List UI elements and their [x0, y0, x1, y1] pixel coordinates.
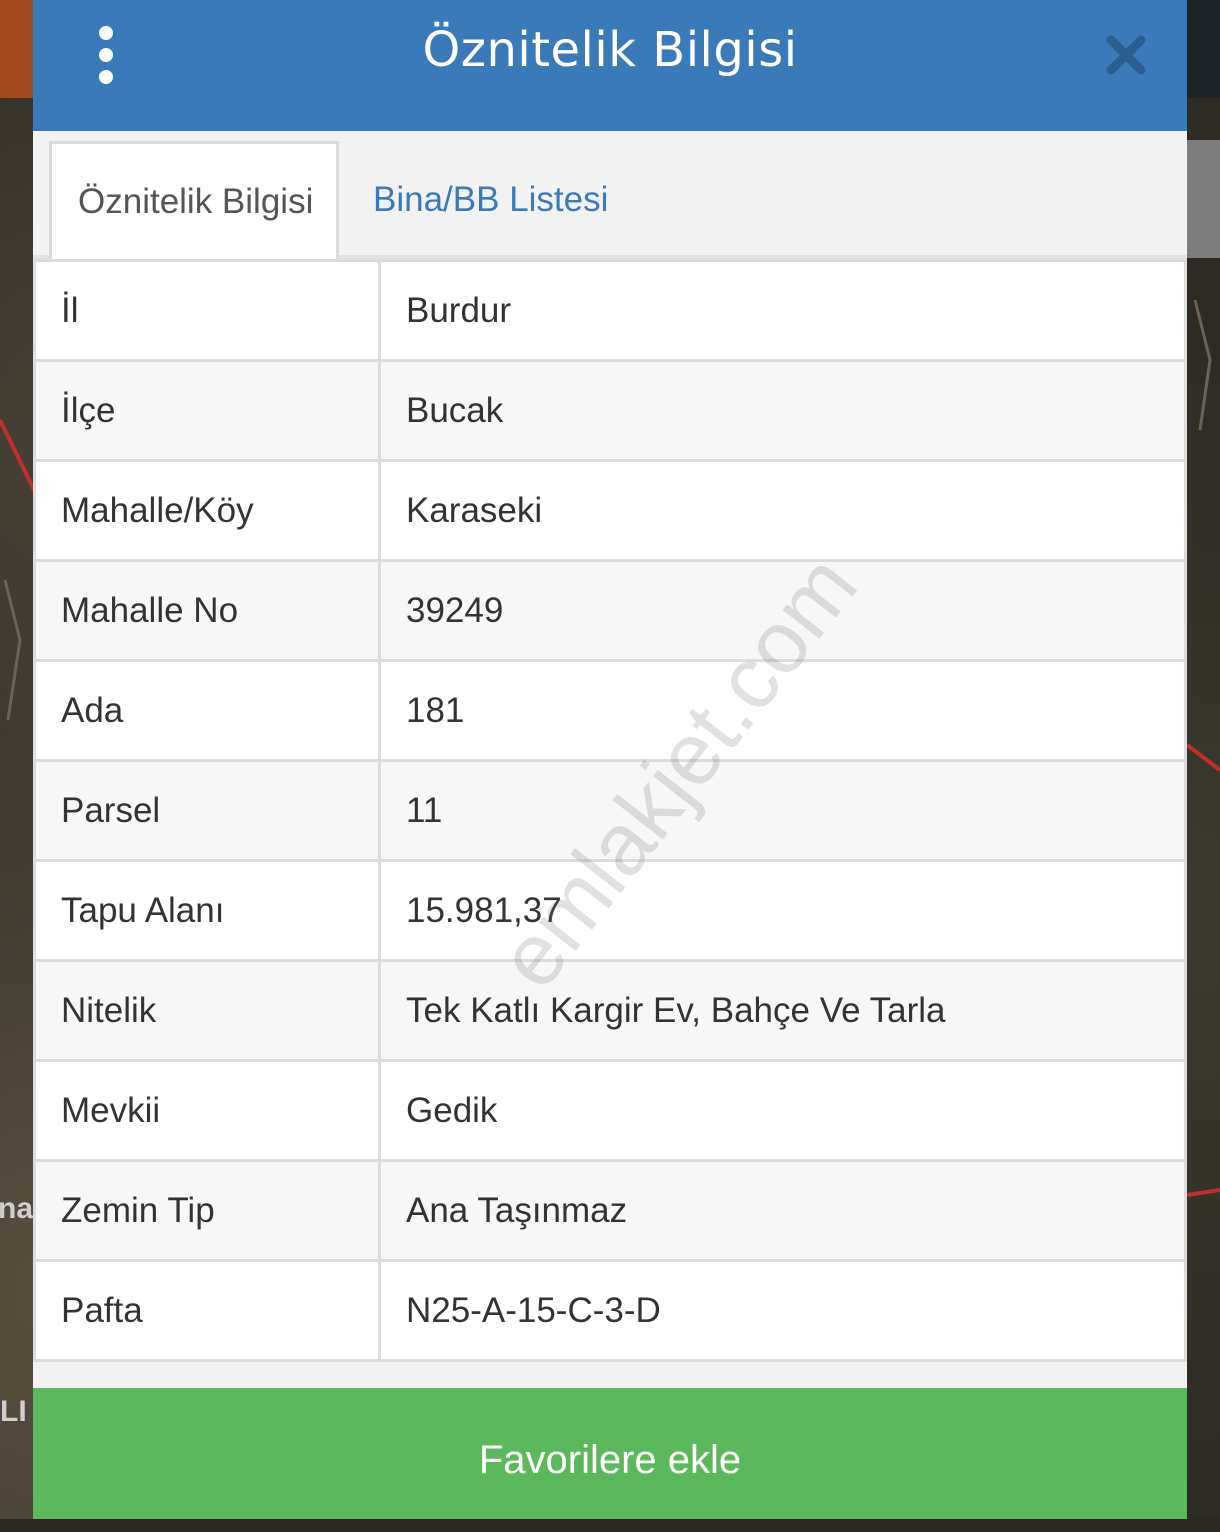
- tab-attribute-info[interactable]: Öznitelik Bilgisi: [49, 141, 339, 259]
- attribute-key: İlçe: [33, 359, 381, 462]
- attribute-value: 11: [378, 759, 1187, 862]
- attribute-key: Pafta: [33, 1259, 381, 1362]
- map-label: LI: [0, 1395, 27, 1428]
- attribute-value: 15.981,37: [378, 859, 1187, 962]
- dialog-header: Öznitelik Bilgisi: [33, 0, 1187, 131]
- attribute-table: İl Burdur İlçe Bucak Mahalle/Köy Karaseki M…: [33, 259, 1187, 1362]
- attribute-value: N25-A-15-C-3-D: [378, 1259, 1187, 1362]
- attribute-value: 181: [378, 659, 1187, 762]
- attribute-key: Mahalle No: [33, 559, 381, 662]
- attribute-key: Nitelik: [33, 959, 381, 1062]
- table-row: Parsel 11: [33, 759, 1187, 862]
- attribute-value: Karaseki: [378, 459, 1187, 562]
- table-row: Mevkii Gedik: [33, 1059, 1187, 1162]
- table-row: Mahalle No 39249: [33, 559, 1187, 662]
- map-label: na: [0, 1192, 34, 1225]
- table-row: Pafta N25-A-15-C-3-D: [33, 1259, 1187, 1362]
- table-row: Tapu Alanı 15.981,37: [33, 859, 1187, 962]
- attribute-value: Bucak: [378, 359, 1187, 462]
- attribute-key: Mevkii: [33, 1059, 381, 1162]
- attribute-key: Tapu Alanı: [33, 859, 381, 962]
- attribute-key: İl: [33, 259, 381, 362]
- attribute-key: Parsel: [33, 759, 381, 862]
- attribute-dialog: Öznitelik Bilgisi Öznitelik Bilgisi Bina…: [33, 0, 1187, 1519]
- attribute-value: 39249: [378, 559, 1187, 662]
- attribute-value: Burdur: [378, 259, 1187, 362]
- attribute-key: Mahalle/Köy: [33, 459, 381, 562]
- attribute-value: Tek Katlı Kargir Ev, Bahçe Ve Tarla: [378, 959, 1187, 1062]
- table-row: Nitelik Tek Katlı Kargir Ev, Bahçe Ve Tar…: [33, 959, 1187, 1062]
- attribute-key: Zemin Tip: [33, 1159, 381, 1262]
- table-row: Mahalle/Köy Karaseki: [33, 459, 1187, 562]
- table-row: Ada 181: [33, 659, 1187, 762]
- table-row: İlçe Bucak: [33, 359, 1187, 462]
- attribute-key: Ada: [33, 659, 381, 762]
- table-row: İl Burdur: [33, 259, 1187, 362]
- attribute-value: Ana Taşınmaz: [378, 1159, 1187, 1262]
- attribute-value: Gedik: [378, 1059, 1187, 1162]
- table-row: Zemin Tip Ana Taşınmaz: [33, 1159, 1187, 1262]
- tab-bar: Öznitelik Bilgisi Bina/BB Listesi: [33, 131, 1187, 259]
- tab-building-list[interactable]: Bina/BB Listesi: [347, 141, 667, 259]
- close-icon[interactable]: [1101, 30, 1151, 80]
- add-to-favorites-button[interactable]: Favorilere ekle: [33, 1388, 1187, 1519]
- dialog-title: Öznitelik Bilgisi: [422, 22, 798, 78]
